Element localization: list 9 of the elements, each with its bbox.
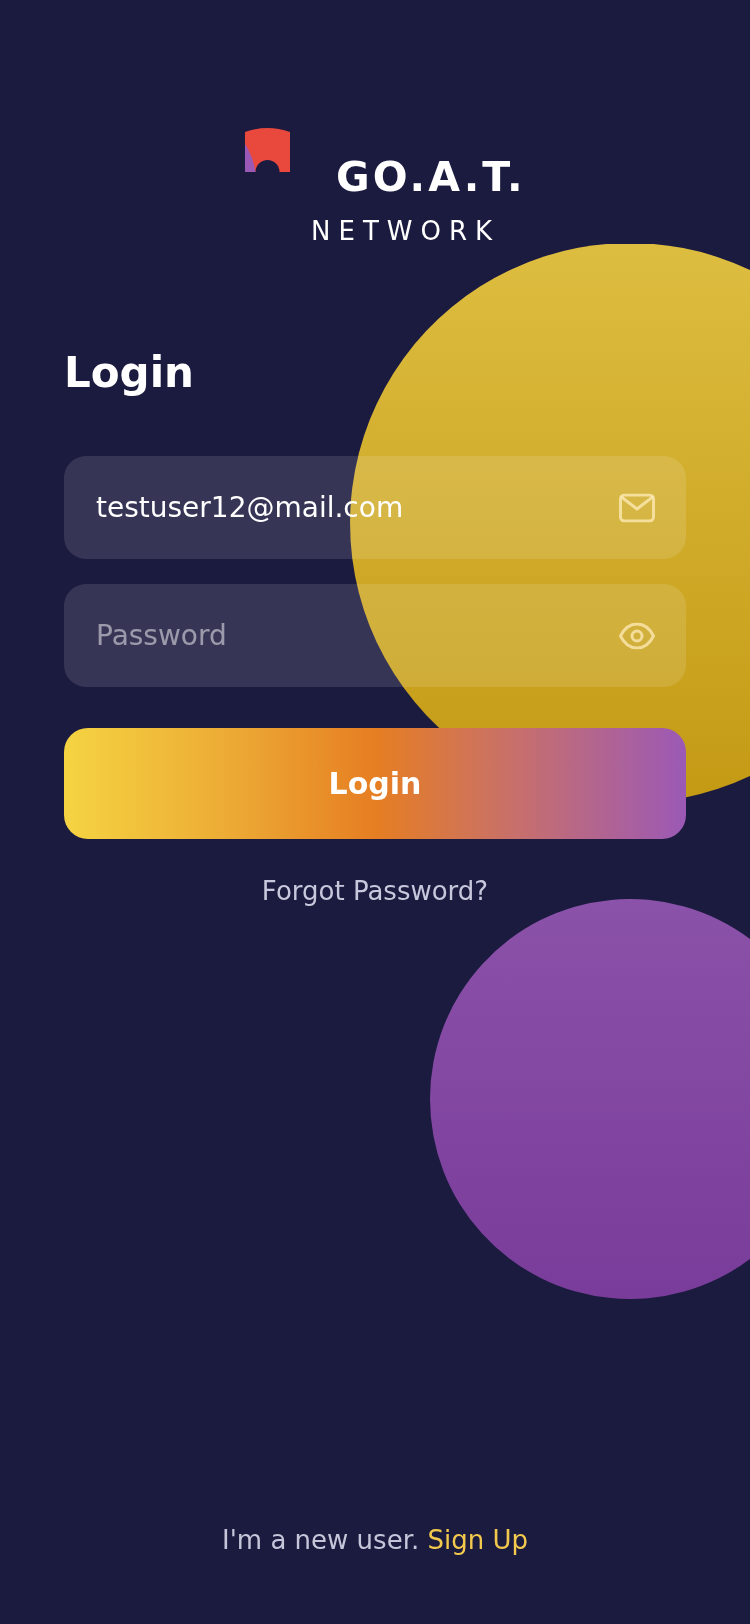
- brand-title: GO.A.T.: [336, 157, 526, 198]
- logo-icon: [245, 128, 290, 172]
- signup-prompt: I'm a new user. Sign Up: [222, 1524, 528, 1556]
- eye-icon[interactable]: [619, 622, 655, 649]
- mail-icon: [619, 493, 655, 522]
- sign-up-link[interactable]: Sign Up: [427, 1524, 528, 1555]
- page-title: Login: [64, 352, 194, 394]
- forgot-password-link[interactable]: Forgot Password?: [261, 876, 489, 908]
- brand-subtitle: NETWORK: [311, 218, 501, 244]
